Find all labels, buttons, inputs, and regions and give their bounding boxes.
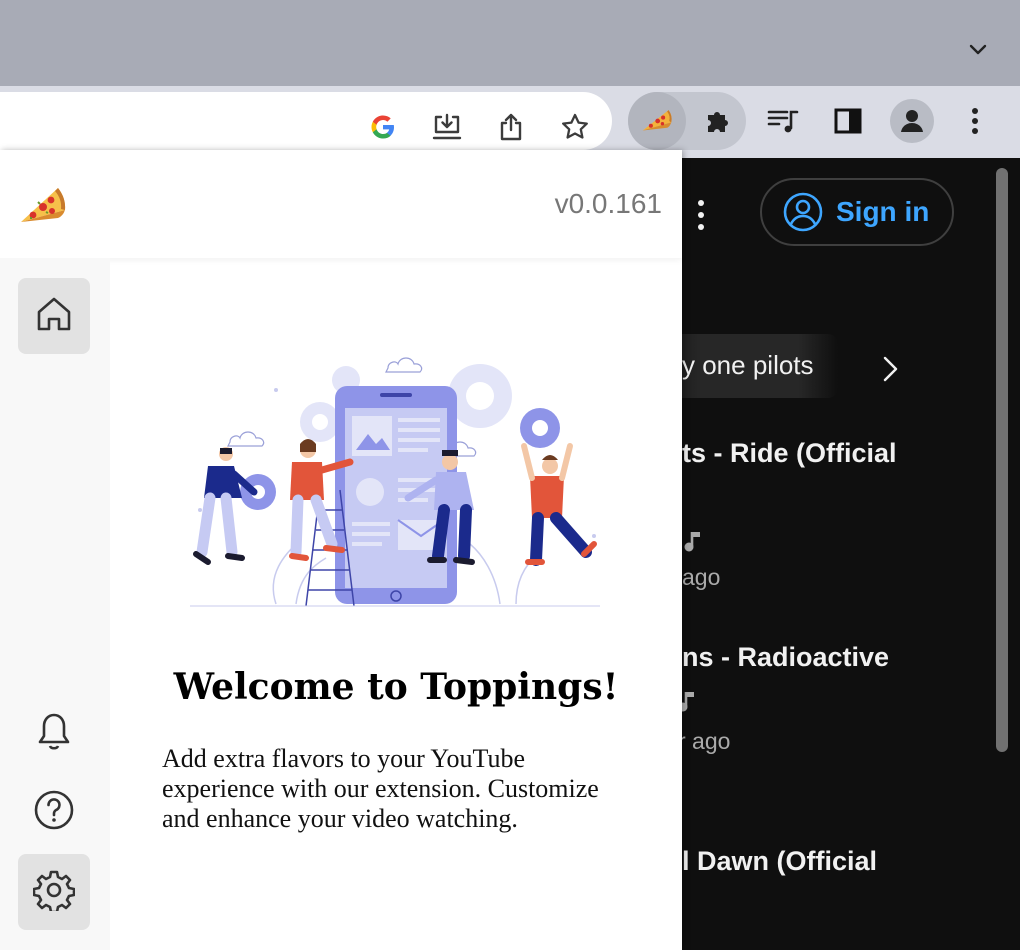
tab-search-chevron-icon[interactable] xyxy=(966,38,990,62)
share-icon[interactable] xyxy=(494,110,528,144)
extensions-puzzle-icon[interactable] xyxy=(702,104,736,138)
sidebar-item-home[interactable] xyxy=(18,278,90,354)
video-title[interactable]: l Dawn (Official xyxy=(682,846,877,877)
youtube-menu-icon[interactable] xyxy=(696,198,706,232)
sign-in-label: Sign in xyxy=(836,196,930,227)
address-bar[interactable] xyxy=(0,92,612,150)
help-icon xyxy=(33,789,75,836)
side-panel-icon[interactable] xyxy=(831,104,865,138)
browser-toolbar xyxy=(0,86,1020,158)
video-title[interactable]: ns - Radioactive xyxy=(682,642,889,673)
media-queue-icon[interactable] xyxy=(766,104,800,138)
sidebar-item-notifications[interactable] xyxy=(18,696,90,772)
video-title[interactable]: ts - Ride (Official xyxy=(682,438,897,469)
profile-avatar-icon[interactable] xyxy=(890,99,934,143)
welcome-illustration xyxy=(180,350,610,620)
video-meta: ago xyxy=(682,564,721,590)
youtube-page: Sign in y one pilots ts - Ride (Official… xyxy=(682,158,1020,950)
bell-icon xyxy=(35,711,73,758)
popup-header: v0.0.161 xyxy=(0,150,682,258)
bookmark-star-icon[interactable] xyxy=(558,110,592,144)
chevron-right-icon[interactable] xyxy=(878,354,902,384)
chrome-menu-icon[interactable] xyxy=(958,104,992,138)
toppings-popup: v0.0.161 Welcome to Toppings! Add extra … xyxy=(0,150,682,950)
sidebar-item-settings[interactable] xyxy=(18,854,90,930)
toppings-logo-icon xyxy=(18,182,68,226)
sign-in-button[interactable]: Sign in xyxy=(760,178,954,246)
user-circle-icon xyxy=(782,191,824,233)
sidebar-item-help[interactable] xyxy=(18,774,90,850)
welcome-title: Welcome to Toppings! xyxy=(173,666,619,708)
install-app-icon[interactable] xyxy=(430,110,464,144)
popup-sidebar xyxy=(0,258,110,950)
video-meta: r ago xyxy=(682,728,731,754)
music-note-icon xyxy=(682,528,704,554)
filter-chip-label: y one pilots xyxy=(682,350,814,380)
music-note-icon xyxy=(682,688,698,714)
home-icon xyxy=(35,295,73,338)
gear-icon xyxy=(32,869,76,916)
toppings-extension-icon[interactable] xyxy=(628,92,686,150)
welcome-description: Add extra flavors to your YouTube experi… xyxy=(162,744,599,833)
scrollbar[interactable] xyxy=(996,168,1008,752)
google-icon[interactable] xyxy=(366,110,400,144)
tab-strip xyxy=(0,0,1020,86)
version-label: v0.0.161 xyxy=(554,188,662,219)
